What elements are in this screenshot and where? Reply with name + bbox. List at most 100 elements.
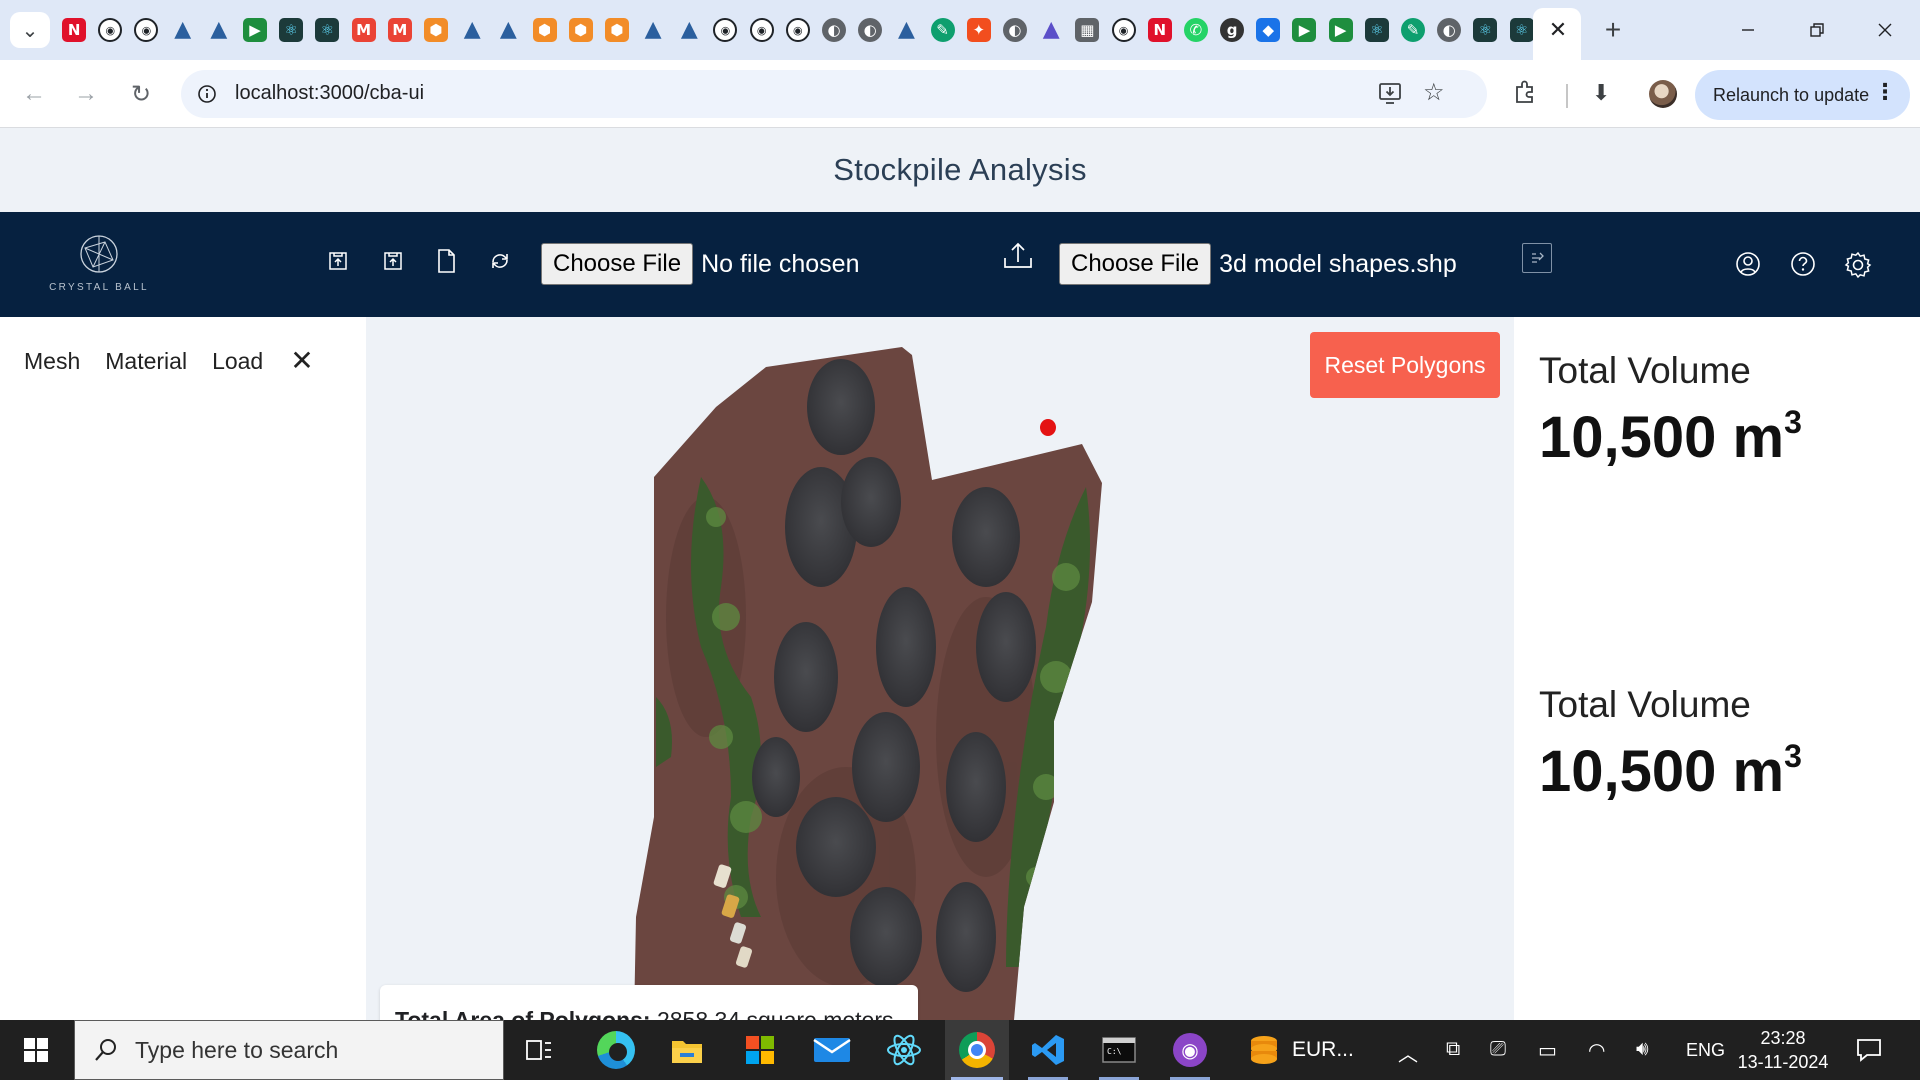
download-icon[interactable]: ⬇ — [1592, 80, 1610, 106]
address-bar[interactable]: localhost:3000/cba-ui ☆ — [181, 70, 1487, 118]
mail-icon[interactable] — [802, 1020, 862, 1080]
close-icon[interactable]: ✕ — [290, 347, 313, 375]
browser-tab[interactable]: ◉ — [780, 0, 816, 60]
browser-tab[interactable]: N — [56, 0, 92, 60]
tab-material[interactable]: Material — [105, 348, 187, 375]
running-app-eur[interactable]: EUR... — [1246, 1020, 1366, 1080]
browser-tab[interactable]: ⚛ — [1467, 0, 1503, 60]
model-file-input[interactable]: Choose File No file chosen — [541, 243, 860, 285]
browser-tab[interactable]: ⚛ — [309, 0, 345, 60]
browser-tab[interactable]: ▦ — [1069, 0, 1105, 60]
bookmark-star-icon[interactable]: ☆ — [1423, 78, 1445, 107]
browser-tab[interactable]: ▶ — [237, 0, 273, 60]
browser-tab[interactable]: ▲ — [490, 0, 526, 60]
site-info-icon[interactable] — [191, 78, 223, 110]
show-hidden-icons-icon[interactable]: ︿ — [1398, 1038, 1418, 1067]
relaunch-to-update-button[interactable]: Relaunch to update ⋮ — [1695, 70, 1910, 120]
help-icon[interactable] — [1789, 250, 1817, 278]
restore-window-button[interactable] — [1794, 10, 1840, 50]
upload-file-icon[interactable] — [324, 244, 352, 278]
browser-tab[interactable]: ▲ — [635, 0, 671, 60]
browser-tab[interactable]: ⚛ — [273, 0, 309, 60]
browser-tab[interactable]: ◉ — [707, 0, 743, 60]
upload-icon[interactable] — [1002, 240, 1034, 277]
profile-avatar[interactable] — [1649, 80, 1677, 108]
browser-tab[interactable]: ⬢ — [418, 0, 454, 60]
task-view-icon[interactable] — [509, 1020, 569, 1080]
url-text[interactable]: localhost:3000/cba-ui — [235, 82, 424, 105]
browser-tab[interactable]: ◉ — [744, 0, 780, 60]
browser-tab[interactable]: N — [1142, 0, 1178, 60]
browser-tab[interactable]: ⬢ — [526, 0, 562, 60]
notifications-icon[interactable] — [1855, 1036, 1883, 1069]
tab-search-button[interactable]: ⌄ — [10, 12, 50, 48]
choose-file-button[interactable]: Choose File — [541, 243, 694, 285]
browser-tab[interactable]: M — [346, 0, 382, 60]
microsoft-store-icon[interactable] — [730, 1020, 790, 1080]
browser-tab[interactable]: ◉ — [92, 0, 128, 60]
browser-tab[interactable]: ▲ — [165, 0, 201, 60]
battery-icon[interactable]: ▭ — [1538, 1038, 1557, 1063]
browser-tab[interactable]: ◐ — [997, 0, 1033, 60]
tab-mesh[interactable]: Mesh — [24, 348, 80, 375]
browser-tab[interactable]: ⬢ — [563, 0, 599, 60]
settings-icon[interactable] — [1843, 250, 1872, 279]
browser-tab[interactable]: ✎ — [1395, 0, 1431, 60]
browser-tab[interactable]: ✎ — [925, 0, 961, 60]
vscode-icon[interactable] — [1016, 1020, 1080, 1080]
browser-tab[interactable]: ⚛ — [1359, 0, 1395, 60]
tab-load[interactable]: Load — [212, 348, 263, 375]
browser-tab[interactable]: ◐ — [1431, 0, 1467, 60]
minimize-window-button[interactable] — [1725, 10, 1771, 50]
stockpile-aerial-model[interactable] — [366, 317, 1514, 1020]
document-icon[interactable] — [432, 244, 460, 278]
browser-tab[interactable]: M — [382, 0, 418, 60]
browser-tab[interactable]: ✆ — [1178, 0, 1214, 60]
install-app-icon[interactable] — [1377, 79, 1405, 112]
browser-tab[interactable]: ▲ — [1033, 0, 1069, 60]
browser-tab[interactable]: ▲ — [671, 0, 707, 60]
close-window-button[interactable] — [1862, 10, 1908, 50]
wifi-icon[interactable]: ◠ — [1588, 1038, 1605, 1063]
github-desktop-icon[interactable]: ◉ — [1158, 1020, 1222, 1080]
browser-tab[interactable]: ⬢ — [599, 0, 635, 60]
new-tab-button[interactable]: + — [1597, 14, 1629, 46]
edge-icon[interactable] — [586, 1020, 646, 1080]
taskbar-search-box[interactable]: Type here to search — [74, 1020, 504, 1080]
browser-tab[interactable]: ▲ — [888, 0, 924, 60]
react-devtools-icon[interactable] — [874, 1020, 934, 1080]
forward-button[interactable]: → — [66, 74, 106, 114]
browser-tab[interactable]: ◐ — [816, 0, 852, 60]
choose-file-button[interactable]: Choose File — [1059, 243, 1212, 285]
reload-button[interactable]: ↻ — [121, 74, 161, 114]
3d-model-viewer[interactable]: Reset Polygons Total Area of Polygons: 2… — [366, 317, 1514, 1020]
browser-tab[interactable]: ✦ — [961, 0, 997, 60]
file-explorer-icon[interactable] — [657, 1020, 717, 1080]
browser-tab[interactable]: g — [1214, 0, 1250, 60]
browser-tab[interactable]: ▲ — [454, 0, 490, 60]
polygon-point-marker[interactable] — [1040, 419, 1056, 436]
browser-tab[interactable]: ◆ — [1250, 0, 1286, 60]
shapefile-input[interactable]: Choose File 3d model shapes.shp — [1059, 243, 1457, 285]
back-button[interactable]: ← — [14, 74, 54, 114]
language-indicator[interactable]: ENG — [1686, 1040, 1725, 1061]
extensions-icon[interactable] — [1512, 78, 1540, 111]
clock[interactable]: 23:28 13-11-2024 — [1734, 1026, 1832, 1074]
browser-tab[interactable]: ◉ — [128, 0, 164, 60]
screen-capture-icon[interactable]: ⎚ — [1490, 1038, 1506, 1061]
close-tab-icon[interactable]: ✕ — [1545, 14, 1571, 46]
browser-tab[interactable]: ◐ — [852, 0, 888, 60]
browser-tab[interactable]: ▲ — [201, 0, 237, 60]
browser-tab[interactable]: ◉ — [1105, 0, 1141, 60]
upload-file-icon[interactable] — [379, 244, 407, 278]
edit-shapes-icon[interactable] — [1522, 243, 1552, 273]
volume-icon[interactable]: 🔊︎ — [1636, 1038, 1649, 1061]
reset-polygons-button[interactable]: Reset Polygons — [1310, 332, 1500, 398]
browser-tab[interactable]: ▶ — [1323, 0, 1359, 60]
browser-tab[interactable]: ▶ — [1286, 0, 1322, 60]
meeting-icon[interactable]: ⧉ — [1446, 1038, 1460, 1061]
terminal-icon[interactable]: C:\ — [1087, 1020, 1151, 1080]
refresh-icon[interactable] — [486, 244, 514, 278]
user-icon[interactable] — [1734, 250, 1762, 278]
start-button[interactable] — [0, 1020, 72, 1080]
